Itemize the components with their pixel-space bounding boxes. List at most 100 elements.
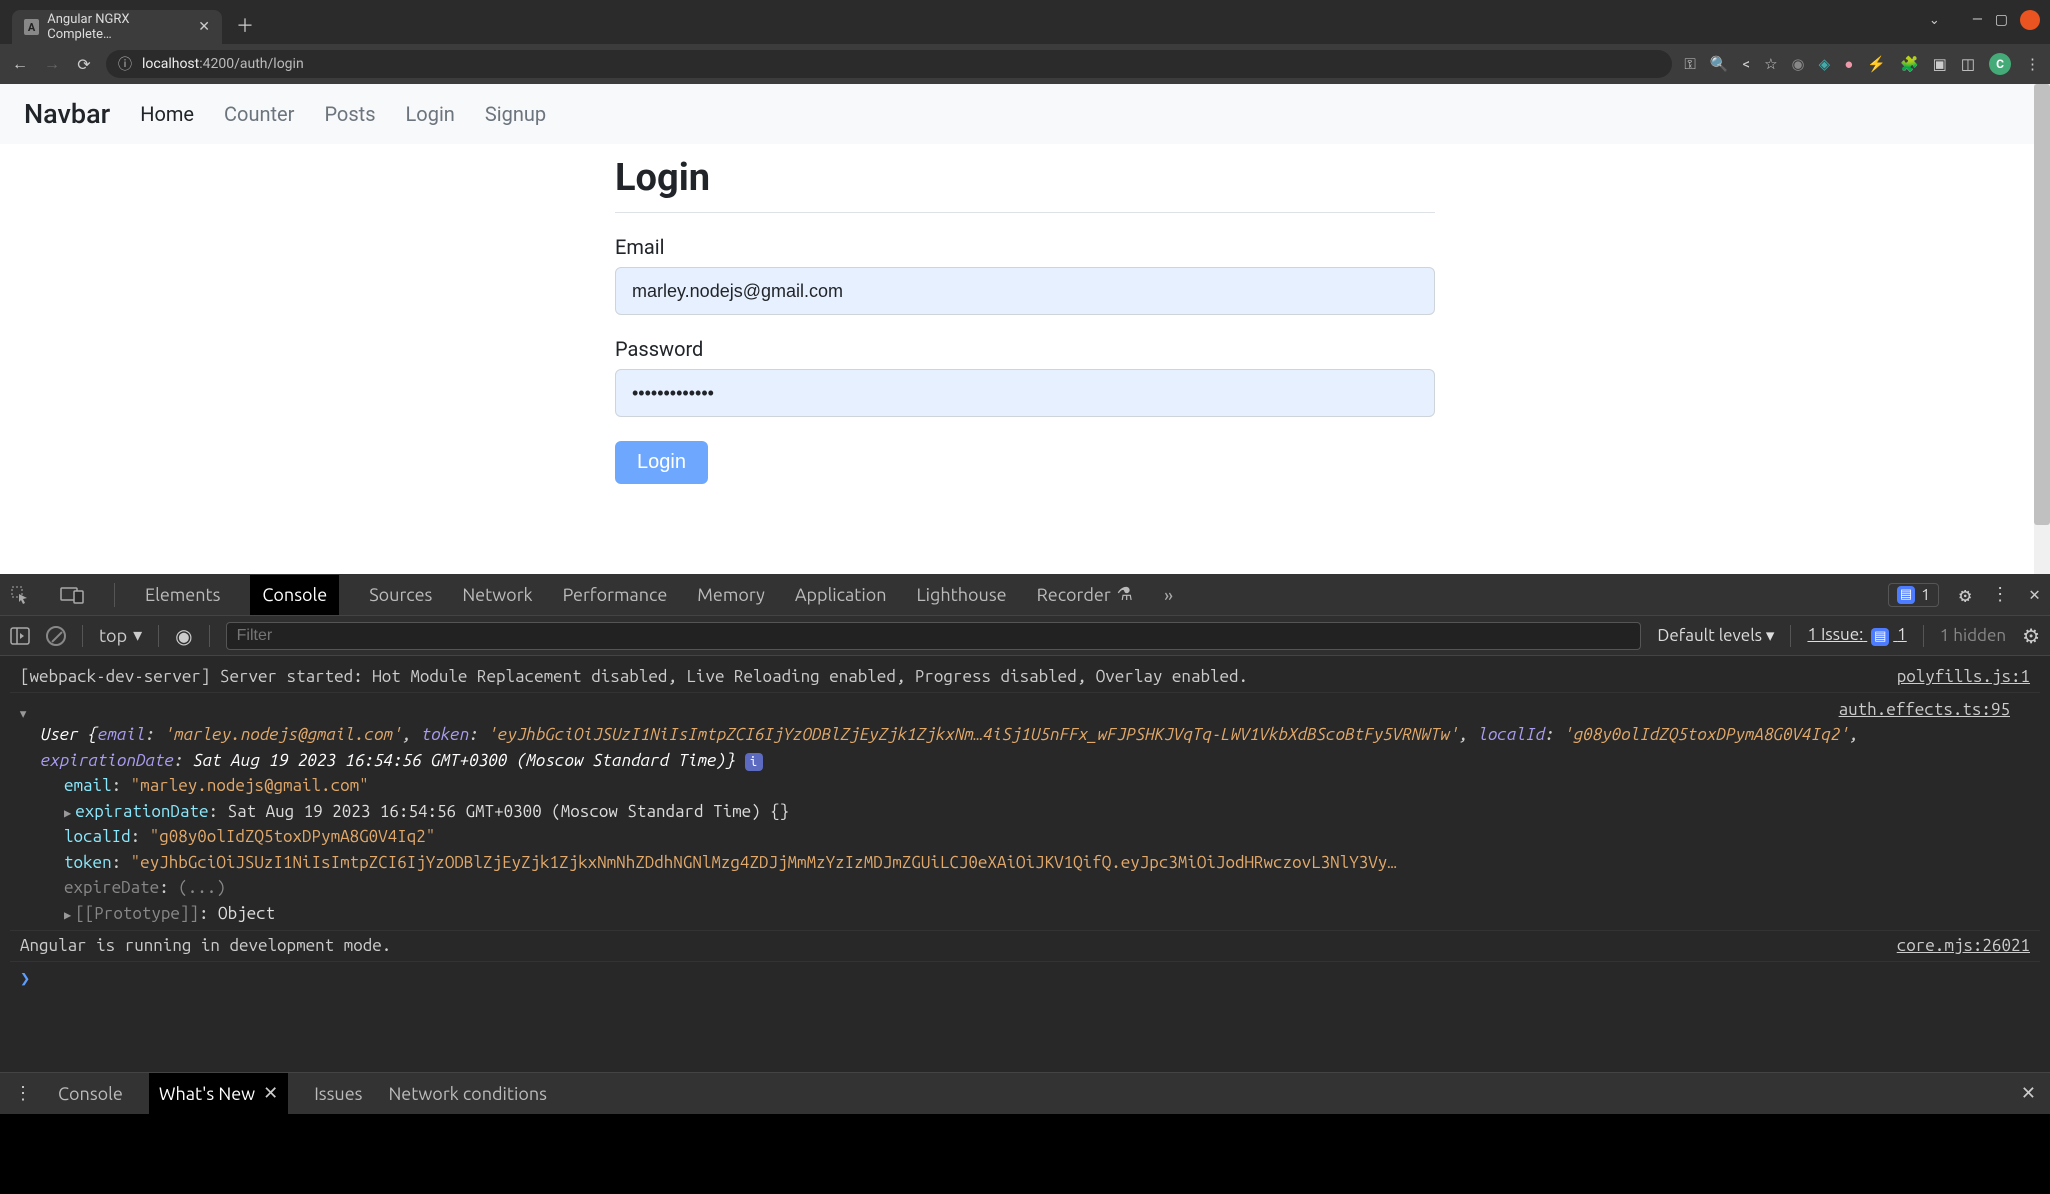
address-bar: ← → ⟳ ⓘ localhost:4200/auth/login ⚿ 🔍 < …	[0, 44, 2050, 84]
login-button[interactable]: Login	[615, 441, 708, 484]
email-field[interactable]	[615, 267, 1435, 315]
tab-lighthouse[interactable]: Lighthouse	[917, 585, 1007, 605]
login-form: Login Email Password Login	[615, 144, 1435, 484]
devtools-tabs: Elements Console Sources Network Perform…	[0, 574, 2050, 616]
navbar-brand[interactable]: Navbar	[24, 98, 110, 130]
close-window-icon[interactable]	[2020, 10, 2040, 30]
maximize-icon[interactable]: ▢	[1995, 12, 2008, 28]
source-link[interactable]: auth.effects.ts:95	[1839, 700, 2010, 719]
expand-icon[interactable]: ▶	[64, 909, 71, 922]
close-icon[interactable]: ✕	[263, 1083, 278, 1104]
object-prototype[interactable]: ▶[[Prototype]]: Object	[40, 901, 2010, 927]
source-link[interactable]: core.mjs:26021	[1897, 933, 2030, 959]
tab-recorder[interactable]: Recorder⚗	[1037, 584, 1133, 605]
drawer-tab-console[interactable]: Console	[58, 1084, 123, 1104]
nav-counter[interactable]: Counter	[224, 102, 294, 126]
browser-tab[interactable]: A Angular NGRX Complete… ✕	[12, 10, 222, 44]
tab-network[interactable]: Network	[462, 585, 532, 605]
page-scrollbar[interactable]	[2034, 84, 2050, 574]
expand-icon[interactable]: ▶	[64, 807, 71, 820]
tab-title: Angular NGRX Complete…	[47, 12, 190, 42]
settings-icon[interactable]: ⚙	[1959, 583, 1971, 607]
tab-performance[interactable]: Performance	[563, 585, 668, 605]
kebab-menu-icon[interactable]: ⋮	[2025, 55, 2040, 73]
tab-application[interactable]: Application	[795, 585, 887, 605]
tabs-dropdown-icon[interactable]: ⌄	[1929, 13, 1940, 28]
tab-memory[interactable]: Memory	[697, 585, 765, 605]
filter-input[interactable]	[226, 622, 1642, 650]
tab-elements[interactable]: Elements	[145, 585, 220, 605]
app-navbar: Navbar Home Counter Posts Login Signup	[0, 84, 2050, 144]
login-heading: Login	[615, 156, 1435, 213]
console-message: Angular is running in development mode. …	[10, 931, 2040, 962]
url-input[interactable]: ⓘ localhost:4200/auth/login	[106, 50, 1672, 78]
drawer-menu-icon[interactable]: ⋮	[14, 1083, 32, 1104]
key-icon[interactable]: ⚿	[1684, 55, 1695, 73]
drawer-tab-network-conditions[interactable]: Network conditions	[388, 1084, 547, 1104]
sidebar-toggle-icon[interactable]	[10, 627, 30, 645]
reload-icon[interactable]: ⟳	[74, 55, 94, 74]
nav-signup[interactable]: Signup	[485, 102, 546, 126]
page-viewport: Navbar Home Counter Posts Login Signup L…	[0, 84, 2050, 574]
live-expression-icon[interactable]: ◉	[175, 624, 192, 648]
inspect-icon[interactable]	[10, 585, 30, 605]
password-label: Password	[615, 337, 1435, 361]
tab-sources[interactable]: Sources	[369, 585, 432, 605]
bookmark-icon[interactable]: ☆	[1764, 55, 1777, 73]
back-icon[interactable]: ←	[10, 54, 30, 74]
forward-icon[interactable]: →	[42, 54, 62, 74]
source-link[interactable]: polyfills.js:1	[1897, 664, 2030, 690]
drawer-tab-whatsnew[interactable]: What's New ✕	[149, 1073, 288, 1114]
favicon: A	[24, 19, 39, 35]
email-label: Email	[615, 235, 1435, 259]
hidden-count: 1 hidden	[1940, 626, 2006, 645]
minimize-icon[interactable]: —	[1972, 12, 1983, 28]
devtools-menu-icon[interactable]: ⋮	[1991, 584, 2009, 605]
console-toolbar: top▾ ◉ Default levels ▾ 1 Issue: ▤ 1 1 h…	[0, 616, 2050, 656]
issues-link[interactable]: 1 Issue: ▤ 1	[1807, 625, 1906, 646]
devtools-panel: Elements Console Sources Network Perform…	[0, 574, 2050, 1114]
issues-badge[interactable]: ▤ 1	[1888, 583, 1939, 607]
password-field[interactable]	[615, 369, 1435, 417]
nav-home[interactable]: Home	[140, 102, 194, 126]
ext1-icon[interactable]: ◉	[1792, 55, 1805, 73]
new-tab-button[interactable]: ＋	[236, 12, 254, 38]
object-prop-token: token: "eyJhbGciOiJSUzI1NiIsImtpZCI6IjYz…	[40, 850, 2010, 876]
ext3-icon[interactable]: ●	[1844, 55, 1853, 73]
ext4-icon[interactable]: ⚡	[1867, 55, 1886, 73]
console-object[interactable]: ▾ auth.effects.ts:95 User {email: 'marle…	[10, 693, 2040, 932]
share-icon[interactable]: <	[1742, 55, 1750, 73]
object-prop-expirationdate[interactable]: ▶expirationDate: Sat Aug 19 2023 16:54:5…	[40, 799, 2010, 825]
more-tabs-icon[interactable]: »	[1163, 583, 1174, 606]
context-selector[interactable]: top▾	[99, 625, 142, 646]
nav-posts[interactable]: Posts	[324, 102, 375, 126]
ext2-icon[interactable]: ◈	[1819, 55, 1831, 73]
side-panel-icon[interactable]: ▣	[1933, 55, 1947, 73]
drawer-close-icon[interactable]: ✕	[2021, 1083, 2036, 1104]
panel-icon[interactable]: ◫	[1961, 55, 1975, 73]
log-levels-selector[interactable]: Default levels ▾	[1657, 626, 1774, 646]
window-titlebar: A Angular NGRX Complete… ✕ ＋ ⌄ — ▢	[0, 0, 2050, 44]
collapse-icon[interactable]: ▾	[18, 701, 28, 727]
profile-avatar[interactable]: C	[1989, 53, 2011, 75]
url-path: :4200/auth/login	[199, 56, 303, 72]
console-output[interactable]: [webpack-dev-server] Server started: Hot…	[0, 656, 2050, 1072]
device-toggle-icon[interactable]	[60, 586, 84, 604]
info-icon[interactable]: i	[745, 753, 763, 771]
tab-console[interactable]: Console	[250, 575, 339, 615]
devtools-close-icon[interactable]: ✕	[2029, 584, 2040, 605]
object-prop-email: email: "marley.nodejs@gmail.com"	[40, 773, 2010, 799]
drawer-tab-issues[interactable]: Issues	[314, 1084, 362, 1104]
console-settings-icon[interactable]: ⚙	[2022, 624, 2040, 648]
object-prop-expiredate[interactable]: expireDate: (...)	[40, 875, 2010, 901]
chat-icon: ▤	[1897, 586, 1915, 604]
console-prompt[interactable]: ❯	[10, 962, 2040, 996]
clear-console-icon[interactable]	[46, 626, 66, 646]
extensions-icon[interactable]: 🧩	[1900, 55, 1919, 73]
nav-login[interactable]: Login	[406, 102, 455, 126]
insecure-icon: ⓘ	[118, 54, 132, 74]
zoom-icon[interactable]: 🔍	[1710, 55, 1729, 73]
close-tab-icon[interactable]: ✕	[198, 19, 210, 35]
url-host: localhost	[142, 56, 199, 72]
console-message: [webpack-dev-server] Server started: Hot…	[10, 662, 2040, 693]
